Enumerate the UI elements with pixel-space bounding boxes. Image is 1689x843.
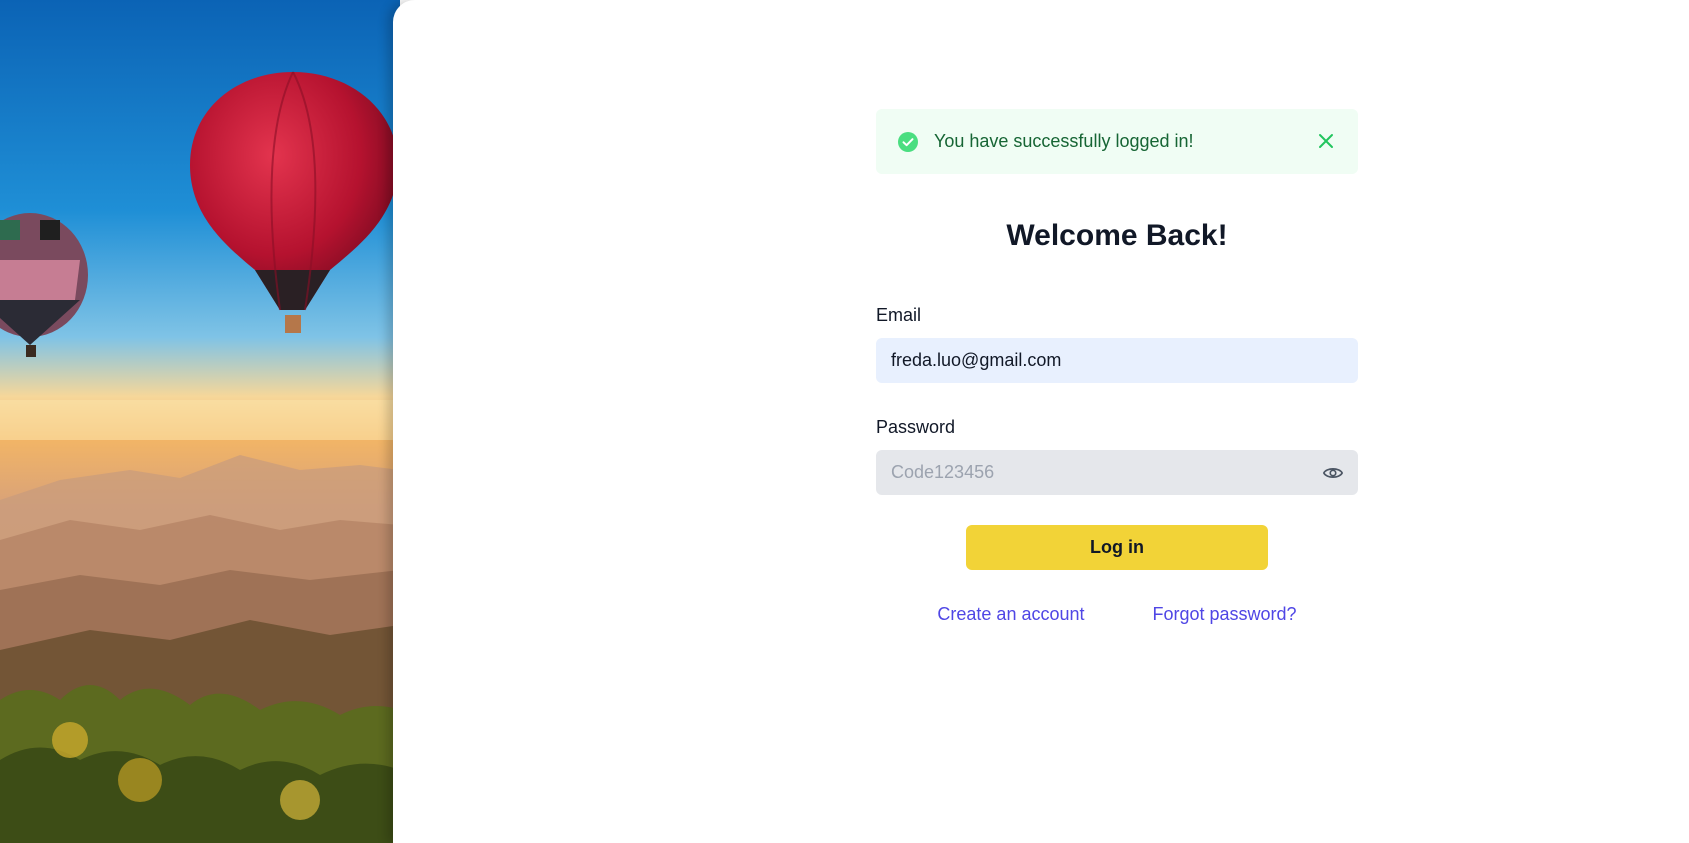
password-label: Password bbox=[876, 417, 956, 437]
close-icon[interactable] bbox=[1316, 131, 1336, 151]
alert-message: You have successfully logged in! bbox=[934, 131, 1194, 151]
email-value: freda.luo@gmail.com bbox=[891, 350, 1062, 370]
hero-image bbox=[0, 0, 400, 843]
password-field[interactable]: Code123456 bbox=[876, 450, 1358, 495]
eye-icon[interactable] bbox=[1322, 462, 1344, 484]
email-label: Email bbox=[876, 305, 922, 325]
login-button[interactable]: Log in bbox=[966, 525, 1268, 570]
create-account-link[interactable]: Create an account bbox=[937, 604, 1084, 625]
auth-links: Create an account Forgot password? bbox=[876, 604, 1358, 625]
login-form: You have successfully logged in! Welcome… bbox=[876, 109, 1358, 625]
email-field[interactable]: freda.luo@gmail.com bbox=[876, 338, 1358, 383]
success-alert: You have successfully logged in! bbox=[876, 109, 1358, 174]
forgot-password-link[interactable]: Forgot password? bbox=[1153, 604, 1297, 625]
page-title: Welcome Back! bbox=[1006, 219, 1228, 252]
password-value: Code123456 bbox=[891, 462, 995, 482]
check-circle-icon bbox=[898, 131, 918, 152]
